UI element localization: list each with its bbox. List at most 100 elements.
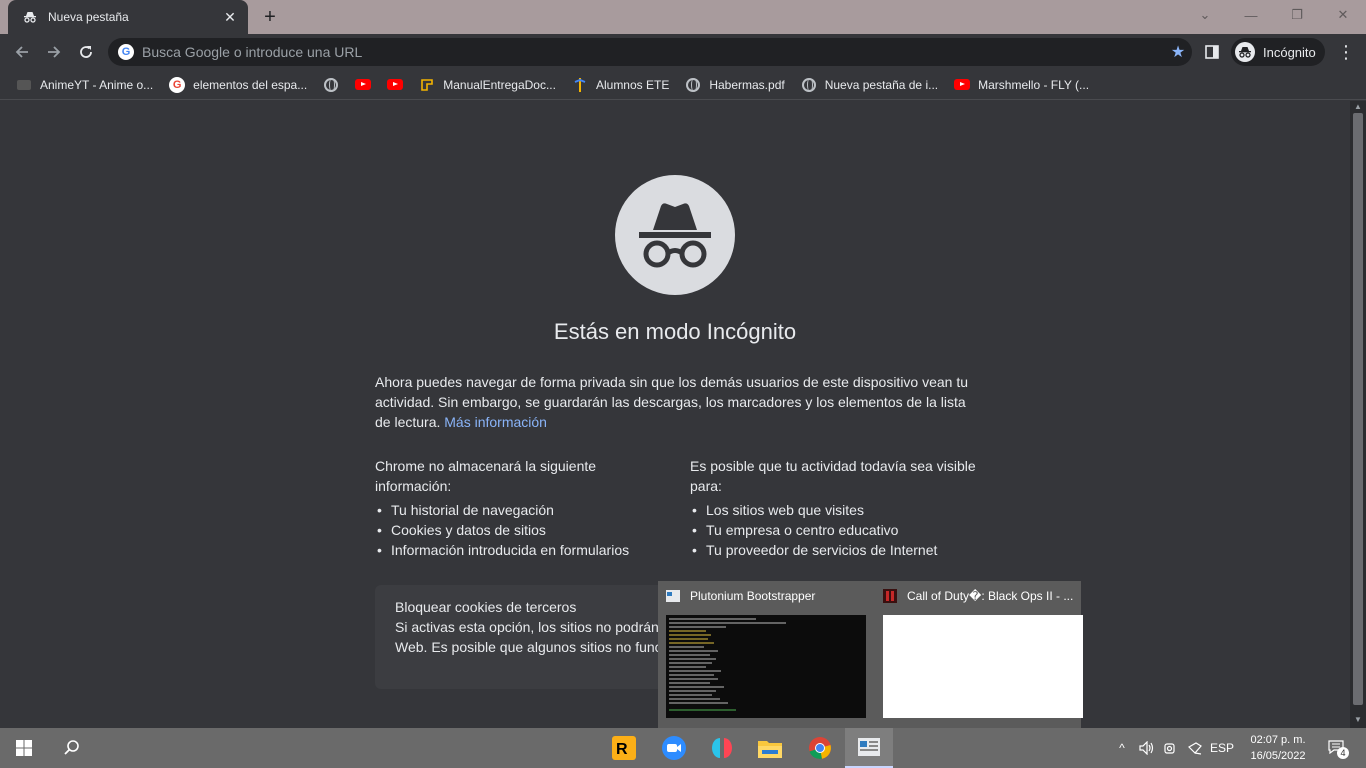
bookmark-item[interactable]: Marshmello - FLY (... (946, 72, 1097, 98)
not-saved-heading: Chrome no almacenará la siguiente inform… (375, 458, 597, 494)
preview-title: Plutonium Bootstrapper (690, 589, 816, 603)
reload-icon (80, 46, 92, 58)
incognito-icon (22, 9, 38, 25)
camera-icon[interactable] (1160, 728, 1182, 768)
taskbar-preview-popup: Plutonium Bootstrapper Call of Duty�: Bl… (658, 581, 1083, 728)
globe-icon (685, 77, 701, 93)
bookmarks-bar: AnimeYT - Anime o... G elementos del esp… (0, 70, 1366, 100)
incognito-hero-icon (615, 175, 735, 295)
profile-label: Incógnito (1263, 44, 1316, 60)
list-item: Los sitios web que visites (690, 500, 990, 520)
game-app-icon (883, 589, 897, 603)
forward-arrow-icon (48, 46, 61, 58)
show-hidden-icons-icon[interactable]: ^ (1112, 728, 1132, 768)
title-bar: Nueva pestaña ✕ + ⌄ — ❐ ✕ (0, 0, 1366, 34)
side-panel-icon (1205, 45, 1219, 59)
forward-button[interactable] (40, 38, 68, 66)
close-tab-icon[interactable]: ✕ (222, 9, 238, 26)
nintendo-switch-icon (712, 738, 732, 758)
search-icon (64, 740, 79, 755)
scroll-up-icon[interactable]: ▲ (1350, 101, 1366, 113)
bookmark-star-icon[interactable]: ★ (1164, 42, 1192, 62)
not-saved-column: Chrome no almacenará la siguiente inform… (375, 456, 675, 560)
google-icon: G (169, 76, 186, 93)
globe-icon (323, 77, 339, 93)
side-panel-button[interactable] (1202, 42, 1222, 62)
tab-nueva-pestana[interactable]: Nueva pestaña ✕ (8, 0, 248, 34)
vertical-scrollbar[interactable]: ▲ ▼ (1350, 101, 1366, 728)
taskbar-zoom[interactable] (650, 728, 698, 768)
bookmark-item[interactable]: Habermas.pdf (677, 72, 792, 98)
volume-icon[interactable] (1136, 728, 1158, 768)
anime-site-icon (16, 77, 32, 93)
toolbar: G ★ Incógnito ⋮ (0, 34, 1366, 70)
notification-icon: 4 (1328, 740, 1349, 759)
windows-icon (16, 740, 32, 756)
taskbar-chrome[interactable] (796, 728, 844, 768)
notification-count-badge: 4 (1337, 747, 1349, 759)
taskbar: R ^ ESP 02:07 p. m. 16/05/2022 4 (0, 728, 1366, 768)
window-app-icon (666, 590, 680, 602)
zoom-icon (662, 736, 686, 760)
window-app-icon (858, 738, 880, 756)
youtube-icon (355, 77, 372, 93)
google-icon: G (118, 44, 134, 60)
list-item: Información introducida en formularios (375, 540, 675, 560)
bookmark-item[interactable]: Alumnos ETE (564, 72, 677, 98)
scrollbar-thumb[interactable] (1353, 113, 1363, 705)
visible-to-column: Es posible que tu actividad todavía sea … (690, 456, 990, 560)
reload-button[interactable] (72, 38, 100, 66)
profile-incognito-button[interactable]: Incógnito (1231, 38, 1325, 66)
list-item: Cookies y datos de sitios (375, 520, 675, 540)
youtube-icon (387, 77, 404, 93)
folder-icon (758, 741, 782, 758)
new-tab-button[interactable]: + (258, 5, 282, 29)
tab-title: Nueva pestaña (48, 10, 129, 24)
taskbar-file-explorer[interactable] (746, 728, 794, 768)
back-arrow-icon (15, 46, 28, 58)
globe-icon (801, 77, 817, 93)
bookmark-item[interactable] (379, 72, 411, 98)
svg-text:R: R (616, 741, 628, 758)
kebab-menu-icon[interactable]: ⋮ (1334, 38, 1358, 66)
taskbar-switch-app[interactable] (698, 728, 746, 768)
back-button[interactable] (8, 38, 36, 66)
list-item: Tu proveedor de servicios de Internet (690, 540, 990, 560)
scroll-down-icon[interactable]: ▼ (1350, 714, 1366, 726)
learn-more-link[interactable]: Más información (444, 414, 547, 430)
list-item: Tu historial de navegación (375, 500, 675, 520)
restore-button[interactable]: ❐ (1274, 0, 1320, 30)
preview-plutonium[interactable]: Plutonium Bootstrapper (658, 581, 866, 728)
network-icon[interactable] (1184, 728, 1206, 768)
tab-search-icon[interactable]: ⌄ (1182, 0, 1228, 30)
incognito-icon (1235, 42, 1255, 62)
chrome-icon (809, 737, 831, 759)
bookmark-item[interactable] (315, 72, 347, 98)
bookmark-item[interactable]: G elementos del espa... (161, 72, 315, 98)
bookmark-item[interactable]: ManualEntregaDoc... (411, 72, 564, 98)
youtube-icon (954, 77, 971, 93)
clock-date: 16/05/2022 (1250, 750, 1306, 762)
taskbar-rockstar[interactable]: R (600, 728, 648, 768)
omnibox[interactable]: G ★ (108, 38, 1192, 66)
close-window-button[interactable]: ✕ (1320, 0, 1366, 30)
console-thumbnail (666, 615, 866, 718)
game-thumbnail (883, 615, 1083, 718)
start-button[interactable] (0, 728, 48, 768)
visible-to-heading: Es posible que tu actividad todavía sea … (690, 458, 976, 494)
language-indicator[interactable]: ESP (1208, 728, 1236, 768)
bookmark-item[interactable]: Nueva pestaña de i... (793, 72, 946, 98)
minimize-button[interactable]: — (1228, 0, 1274, 30)
bookmark-item[interactable] (347, 72, 379, 98)
school-icon (572, 77, 588, 93)
document-icon (419, 77, 435, 93)
preview-black-ops[interactable]: Call of Duty�: Black Ops II - ... (875, 581, 1083, 728)
notifications-button[interactable]: 4 (1322, 728, 1352, 768)
taskbar-plutonium[interactable] (845, 728, 893, 768)
clock[interactable]: 02:07 p. m. 16/05/2022 (1236, 732, 1320, 764)
page-title: Estás en modo Incógnito (553, 319, 797, 344)
bookmark-item[interactable]: AnimeYT - Anime o... (8, 72, 161, 98)
intro-text: Ahora puedes navegar de forma privada si… (375, 374, 969, 430)
search-button[interactable] (48, 728, 96, 768)
address-input[interactable] (142, 44, 1164, 60)
